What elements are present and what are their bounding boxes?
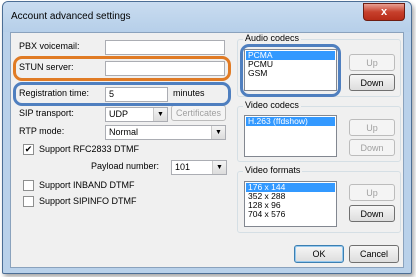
title-bar[interactable]: Account advanced settings x [3,2,411,32]
video-formats-title: Video formats [243,165,303,175]
video-formats-down-button[interactable]: Down [349,205,395,222]
rtp-mode-label: RTP mode: [19,126,65,136]
close-button[interactable]: x [363,3,405,21]
audio-up-button[interactable]: Up [349,54,395,71]
pbx-voicemail-input[interactable] [105,40,225,55]
ok-button[interactable]: OK [294,245,344,263]
video-codecs-down-button[interactable]: Down [349,139,395,156]
sip-transport-select[interactable]: UDP ▼ [105,107,168,122]
pbx-voicemail-label: PBX voicemail: [19,41,80,51]
payload-number-value: 101 [175,162,191,172]
inband-checkbox[interactable] [23,180,34,191]
video-codecs-up-button[interactable]: Up [349,119,395,136]
sip-transport-label: SIP transport: [19,108,74,118]
rtp-mode-value: Normal [109,127,139,137]
checkmark-icon: ✔ [24,144,33,154]
rfc2833-label: Support RFC2833 DTMF [39,144,140,154]
payload-number-label: Payload number: [91,161,160,171]
inband-label: Support INBAND DTMF [39,180,135,190]
cancel-button[interactable]: Cancel [349,245,399,263]
close-icon: x [380,6,388,18]
video-codecs-list[interactable]: H.263 (ffdshow) [244,115,337,157]
audio-down-button[interactable]: Down [349,74,395,91]
list-item[interactable]: 704 x 576 [246,210,335,219]
dialog-body: PBX voicemail: STUN server: Registration… [10,32,404,268]
dialog-window: Account advanced settings x PBX voicemai… [2,1,412,274]
chevron-down-icon: ▼ [211,126,225,139]
list-item[interactable]: H.263 (ffdshow) [246,117,335,126]
rfc2833-checkbox[interactable]: ✔ [23,144,34,155]
video-formats-list[interactable]: 176 x 144 352 x 288 128 x 96 704 x 576 [244,181,337,227]
audio-codecs-highlight [240,44,341,97]
chevron-down-icon: ▼ [153,108,167,121]
chevron-down-icon: ▼ [212,161,226,174]
sipinfo-checkbox[interactable] [23,196,34,207]
rtp-mode-select[interactable]: Normal ▼ [105,125,226,140]
sipinfo-label: Support SIPINFO DTMF [39,196,137,206]
video-codecs-title: Video codecs [243,100,301,110]
audio-codecs-title: Audio codecs [243,33,302,43]
certificates-button[interactable]: Certificates [171,105,226,121]
payload-number-select[interactable]: 101 ▼ [171,160,227,175]
video-formats-up-button[interactable]: Up [349,184,395,201]
stun-server-highlight [13,56,231,81]
sip-transport-value: UDP [109,109,129,119]
registration-time-highlight [13,82,231,106]
window-title: Account advanced settings [11,11,131,22]
